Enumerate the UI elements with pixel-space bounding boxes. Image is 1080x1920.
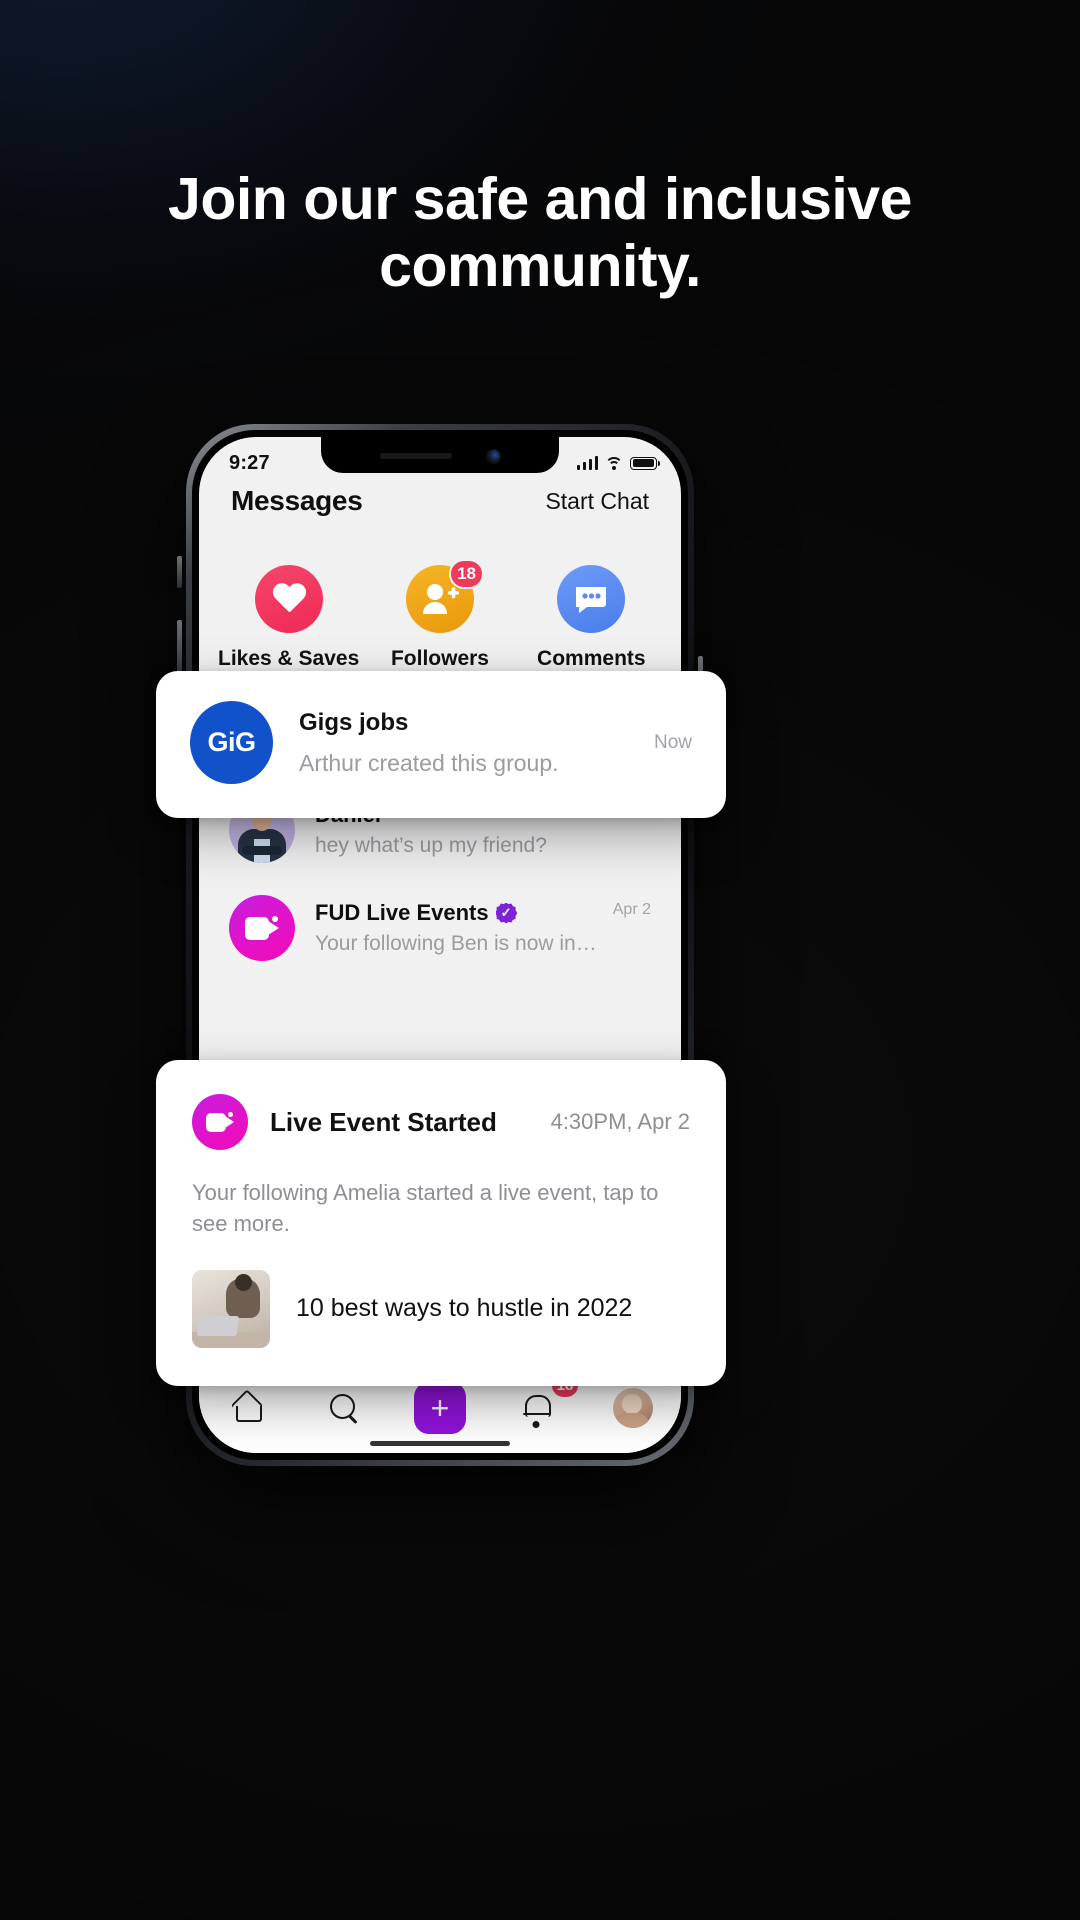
add-person-icon: 18 (405, 559, 484, 633)
nav-notifications-button[interactable]: 18 (504, 1371, 581, 1436)
live-card-item[interactable]: 10 best ways to hustle in 2022 (192, 1269, 690, 1348)
app-header: Messages Start Chat (199, 485, 681, 517)
live-item-title: 10 best ways to hustle in 2022 (296, 1293, 633, 1322)
nav-home-button[interactable] (215, 1380, 279, 1436)
earpiece-speaker (379, 453, 452, 459)
status-time: 9:27 (229, 451, 270, 474)
signal-bars-icon (576, 456, 598, 470)
video-camera-avatar (229, 895, 295, 961)
page-headline: Join our safe and inclusive community. (168, 166, 912, 299)
front-camera-icon (485, 448, 501, 464)
nav-profile-button[interactable] (601, 1380, 665, 1436)
live-card-description: Your following Amelia started a live eve… (192, 1180, 659, 1236)
battery-full-icon (630, 456, 661, 470)
home-indicator[interactable] (370, 1441, 510, 1446)
followers-badge: 18 (449, 559, 484, 589)
live-card-time: 4:30PM, Apr 2 (550, 1109, 690, 1134)
wifi-icon (605, 456, 623, 470)
nav-search-button[interactable] (312, 1380, 376, 1436)
quick-actions-row: Likes & Saves 18 Followers Comments (199, 559, 681, 671)
plus-icon: + (413, 1381, 466, 1434)
mute-switch[interactable] (177, 556, 182, 588)
page-title: Messages (231, 485, 363, 516)
home-icon (232, 1394, 263, 1422)
live-item-thumbnail (192, 1269, 270, 1348)
notification-card-live-event[interactable]: Live Event Started 4:30PM, Apr 2 Your fo… (156, 1060, 726, 1386)
message-time: Apr 2 (612, 901, 651, 918)
nav-create-button[interactable]: + (408, 1380, 472, 1436)
message-row-fud-live-events[interactable]: FUD Live Events ✓ Your following Ben is … (199, 879, 681, 977)
message-preview: hey what’s up my friend? (315, 834, 547, 857)
message-sender: FUD Live Events (315, 900, 489, 925)
video-camera-icon (192, 1094, 248, 1150)
gigs-card-time: Now (653, 731, 692, 753)
quick-action-label: Followers (390, 647, 489, 670)
gigs-card-subtitle: Arthur created this group. (299, 749, 559, 776)
message-preview: Your following Ben is now in a live show… (315, 932, 599, 955)
gigs-card-title: Gigs jobs (299, 708, 409, 736)
gigs-logo: GiG (190, 701, 273, 784)
message-body: FUD Live Events ✓ Your following Ben is … (315, 900, 599, 956)
quick-action-label: Likes & Saves (218, 647, 360, 670)
quick-action-followers[interactable]: 18 Followers (365, 559, 515, 671)
notification-card-gigs-jobs[interactable]: GiG Gigs jobs Arthur created this group.… (156, 671, 726, 818)
quick-action-likes-saves[interactable]: Likes & Saves (214, 565, 364, 671)
search-icon (329, 1393, 358, 1422)
avatar-icon (612, 1387, 653, 1428)
start-chat-button[interactable]: Start Chat (545, 488, 649, 515)
heart-icon (254, 565, 323, 633)
verified-badge-icon: ✓ (495, 902, 517, 924)
status-icons (576, 456, 661, 470)
comment-bubble-icon (557, 565, 626, 633)
bell-icon (522, 1393, 551, 1428)
phone-notch (321, 437, 559, 473)
quick-action-comments[interactable]: Comments (516, 565, 666, 671)
quick-action-label: Comments (537, 647, 646, 670)
live-card-title: Live Event Started (270, 1106, 497, 1137)
